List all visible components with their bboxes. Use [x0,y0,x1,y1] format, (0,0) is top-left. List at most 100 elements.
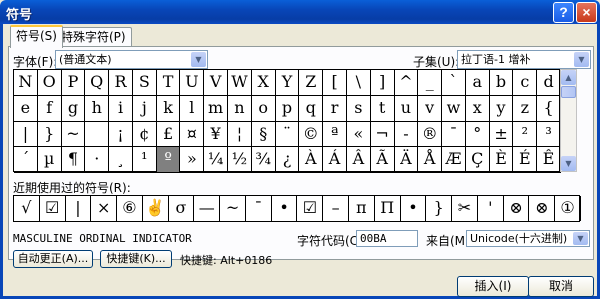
recent-symbol-cell[interactable]: • [272,196,298,221]
symbol-scrollbar[interactable]: ▲ ▼ [560,69,577,172]
symbol-cell[interactable]: u [394,95,419,122]
symbol-cell[interactable]: t [370,95,395,122]
recent-symbol-cell[interactable]: • [401,196,427,221]
symbol-cell[interactable]: » [180,147,205,173]
scroll-thumb[interactable] [561,86,576,98]
symbol-cell[interactable]: ¤ [180,121,205,148]
symbol-cell[interactable]: ¶ [61,147,86,173]
symbol-cell[interactable]: e [14,95,38,122]
symbol-cell[interactable]: ¹ [132,147,157,173]
symbol-cell[interactable]: § [251,121,276,148]
symbol-cell[interactable]: É [513,147,538,173]
symbol-cell[interactable]: v [418,95,443,122]
symbol-cell[interactable]: a [465,70,490,96]
symbol-cell[interactable]: Ä [394,147,419,173]
symbol-cell[interactable]: d [537,70,561,96]
cancel-button[interactable]: 取消 [528,276,594,297]
symbol-cell[interactable]: r [323,95,347,122]
symbol-cell[interactable]: l [180,95,205,122]
symbol-cell[interactable]: ¯ [442,121,466,148]
symbol-cell[interactable]: ¿ [275,147,300,173]
recent-symbol-cell[interactable]: ☑ [298,196,324,221]
symbol-cell[interactable]: b [489,70,514,96]
symbol-cell[interactable]: Ç [465,147,490,173]
symbol-cell[interactable]: ¬ [370,121,395,148]
symbol-cell[interactable]: À [299,147,324,173]
tab-special-characters[interactable]: 特殊字符(P) [55,27,132,47]
symbol-cell[interactable]: x [465,95,490,122]
recent-symbol-cell[interactable]: ⊗ [504,196,530,221]
symbol-cell[interactable]: ° [465,121,490,148]
recent-symbol-cell[interactable]: ⑥ [117,196,143,221]
recent-symbol-cell[interactable]: σ [169,196,195,221]
symbol-cell[interactable]: V [204,70,229,96]
symbol-cell[interactable]: N [14,70,38,96]
symbol-cell[interactable]: } [37,121,62,148]
symbol-cell[interactable]: c [513,70,538,96]
symbol-cell[interactable]: Z [299,70,324,96]
recent-symbol-cell[interactable]: ✂ [452,196,478,221]
symbol-cell[interactable]: ¥ [204,121,229,148]
close-button[interactable]: × [576,2,597,23]
chevron-down-icon[interactable]: ▼ [573,232,588,245]
symbol-cell[interactable]: j [132,95,157,122]
symbol-cell[interactable]: y [489,95,514,122]
symbol-cell[interactable]: º [156,147,181,173]
recent-symbol-cell[interactable]: ~ [220,196,246,221]
symbol-cell[interactable]: s [346,95,371,122]
symbol-cell[interactable]: ¦ [228,121,252,148]
symbol-cell[interactable]: X [251,70,276,96]
recent-symbol-cell[interactable]: √ [14,196,40,221]
symbol-cell[interactable]: Â [346,147,371,173]
symbol-cell[interactable]: S [132,70,157,96]
symbol-cell[interactable]: Å [418,147,443,173]
symbol-cell[interactable]: T [156,70,181,96]
chevron-down-icon[interactable]: ▼ [574,52,589,67]
symbol-cell[interactable]: µ [37,147,62,173]
insert-button[interactable]: 插入(I) [457,276,529,297]
recent-symbol-cell[interactable]: ⊗ [529,196,556,221]
symbol-cell[interactable]: ± [489,121,514,148]
symbol-cell[interactable]: Á [323,147,347,173]
help-button[interactable]: ? [553,2,574,23]
symbol-cell[interactable]: ¸ [109,147,133,173]
symbol-cell[interactable]: ¼ [204,147,229,173]
symbol-cell[interactable]: ³ [537,121,561,148]
symbol-cell[interactable]: f [37,95,62,122]
symbol-cell[interactable]: ~ [61,121,86,148]
symbol-cell[interactable]: h [85,95,110,122]
recent-symbol-cell[interactable]: × [91,196,118,221]
recent-symbol-cell[interactable]: – [323,196,350,221]
symbol-cell[interactable]: Y [275,70,300,96]
symbol-cell[interactable]: k [156,95,181,122]
symbol-cell[interactable]: [ [323,70,347,96]
recent-symbol-cell[interactable]: ' [478,196,504,221]
chevron-down-icon[interactable]: ▼ [191,52,206,67]
recent-symbol-cell[interactable]: ☑ [40,196,66,221]
symbol-cell[interactable]: - [394,121,419,148]
symbol-cell[interactable]: £ [156,121,181,148]
symbol-cell[interactable]: i [109,95,133,122]
tab-symbols[interactable]: 符号(S) [10,25,63,48]
symbol-cell[interactable]: z [513,95,538,122]
from-select[interactable]: Unicode(十六进制) ▼ [466,230,590,247]
recent-symbol-cell[interactable]: — [194,196,221,221]
recent-symbol-cell[interactable]: ¯ [246,196,272,221]
symbol-cell[interactable]: m [204,95,229,122]
symbol-cell[interactable]: È [489,147,514,173]
autocorrect-button[interactable]: 自动更正(A)... [13,250,93,268]
symbol-cell[interactable]: P [61,70,86,96]
symbol-cell[interactable]: { [537,95,561,122]
scroll-up-icon[interactable]: ▲ [561,70,576,85]
recent-symbol-cell[interactable]: ① [555,196,581,221]
symbol-cell[interactable]: ^ [394,70,419,96]
symbol-cell[interactable]: O [37,70,62,96]
shortcut-key-button[interactable]: 快捷键(K)... [100,250,172,268]
recent-symbol-cell[interactable]: п [349,196,375,221]
recent-symbol-cell[interactable]: Π [375,196,401,221]
symbol-cell[interactable]: w [442,95,466,122]
symbol-cell[interactable]: R [109,70,133,96]
symbol-cell[interactable]: ¢ [132,121,157,148]
symbol-cell[interactable]: n [228,95,252,122]
symbol-cell[interactable]: © [299,121,324,148]
